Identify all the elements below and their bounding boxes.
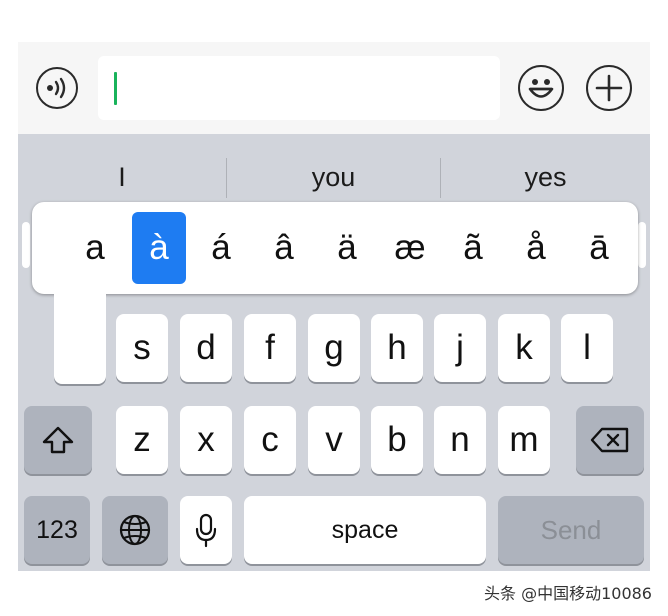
key-j[interactable]: j xyxy=(434,314,486,382)
accent-option-selected[interactable]: à xyxy=(132,212,186,284)
backspace-icon xyxy=(590,427,629,453)
key-m[interactable]: m xyxy=(498,406,550,474)
key-h[interactable]: h xyxy=(371,314,423,382)
key-f[interactable]: f xyxy=(244,314,296,382)
accent-popup-stem-join xyxy=(54,284,106,324)
suggestion-item[interactable]: you xyxy=(227,154,440,200)
key-n[interactable]: n xyxy=(434,406,486,474)
message-input[interactable] xyxy=(98,56,500,120)
key-edge xyxy=(638,222,646,268)
key-edge xyxy=(22,222,30,268)
key-l[interactable]: l xyxy=(561,314,613,382)
key-v[interactable]: v xyxy=(308,406,360,474)
shift-key[interactable] xyxy=(24,406,92,474)
watermark: 头条 @中国移动10086 xyxy=(484,584,652,603)
microphone-key[interactable] xyxy=(180,496,232,564)
suggestion-item[interactable]: I xyxy=(18,154,226,200)
accent-option[interactable]: ä xyxy=(320,212,374,284)
accent-popup: a à á â ä æ ã å ā xyxy=(32,202,638,294)
suggestion-bar: I you yes xyxy=(18,154,650,200)
accent-option[interactable]: å xyxy=(509,212,563,284)
numbers-key[interactable]: 123 xyxy=(24,496,90,564)
keyboard: I you yes s d f g h j k l z x c v b n m … xyxy=(18,134,650,571)
space-key[interactable]: space xyxy=(244,496,486,564)
microphone-icon xyxy=(195,513,217,548)
voice-icon xyxy=(47,77,66,99)
key-x[interactable]: x xyxy=(180,406,232,474)
shift-icon xyxy=(42,426,74,454)
smiley-icon xyxy=(528,79,554,98)
key-b[interactable]: b xyxy=(371,406,423,474)
accent-option[interactable]: â xyxy=(257,212,311,284)
key-k[interactable]: k xyxy=(498,314,550,382)
suggestion-item[interactable]: yes xyxy=(441,154,650,200)
key-d[interactable]: d xyxy=(180,314,232,382)
more-button[interactable] xyxy=(586,65,632,111)
accent-option[interactable]: æ xyxy=(383,212,437,284)
key-c[interactable]: c xyxy=(244,406,296,474)
backspace-key[interactable] xyxy=(576,406,644,474)
accent-option[interactable]: a xyxy=(68,212,122,284)
input-bar xyxy=(18,42,650,134)
key-s[interactable]: s xyxy=(116,314,168,382)
accent-option[interactable]: ã xyxy=(446,212,500,284)
send-key[interactable]: Send xyxy=(498,496,644,564)
key-g[interactable]: g xyxy=(308,314,360,382)
emoji-button[interactable] xyxy=(518,65,564,111)
globe-key[interactable] xyxy=(102,496,168,564)
globe-icon xyxy=(119,514,151,546)
plus-icon xyxy=(595,74,623,102)
key-z[interactable]: z xyxy=(116,406,168,474)
text-cursor xyxy=(114,72,117,105)
accent-option[interactable]: á xyxy=(194,212,248,284)
voice-input-button[interactable] xyxy=(36,67,78,109)
accent-option[interactable]: ā xyxy=(572,212,626,284)
